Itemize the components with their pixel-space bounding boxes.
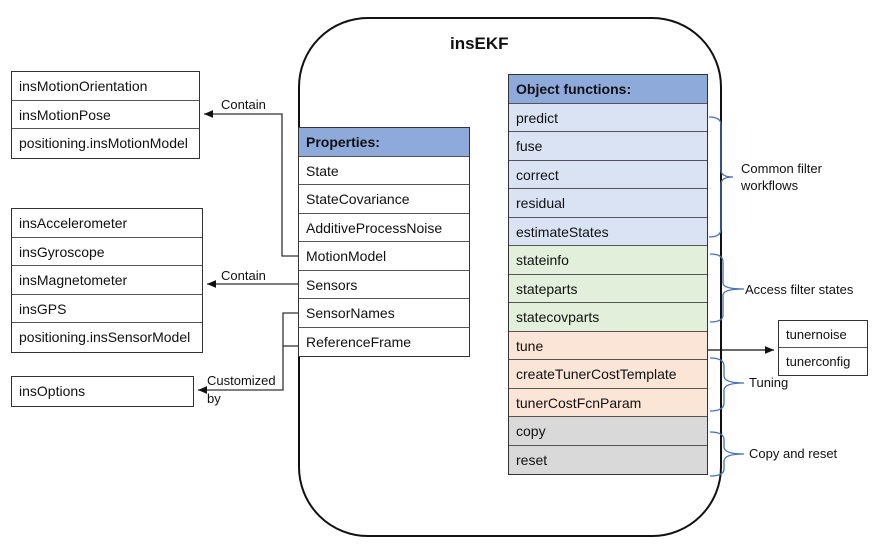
connectors [198,110,774,477]
brace-label-common-line2: workflows [741,178,799,193]
brace-label-common-line1: Common filter [741,161,822,176]
brace-label-copyreset: Copy and reset [749,446,838,461]
customized-label-line2: by [207,391,221,406]
brace-common [708,116,734,238]
customized-label-line1: Customized [207,373,276,388]
brace-access [709,253,745,323]
contain-sensors-label: Contain [221,268,266,283]
contain-motion-label: Contain [221,97,266,112]
brace-copyreset [709,431,745,477]
contain-motion-arrow [204,110,298,257]
brace-label-tuning: Tuning [749,375,789,390]
brace-tuning [709,357,745,412]
brace-label-access: Access filter states [745,282,854,297]
